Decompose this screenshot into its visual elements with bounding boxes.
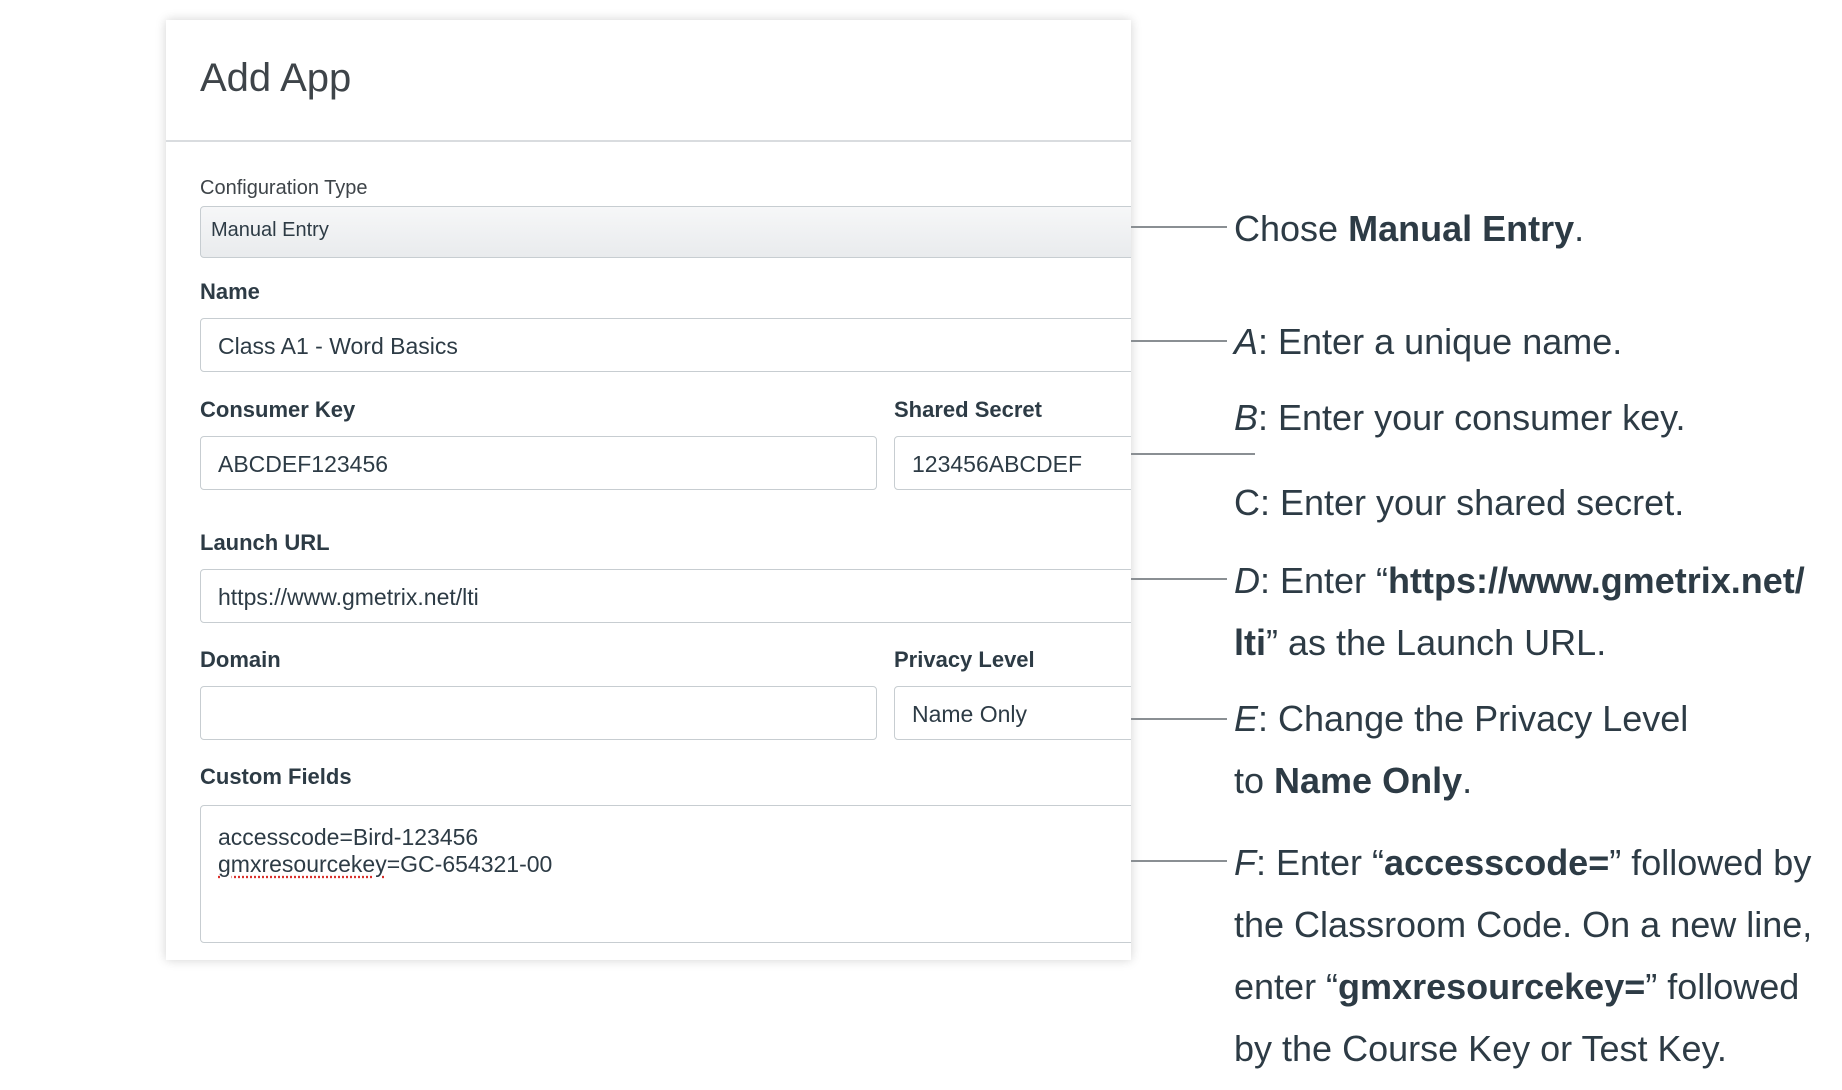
connector-line — [1131, 340, 1227, 342]
connector-line — [1131, 860, 1227, 862]
dialog-title: Add App — [200, 56, 352, 100]
connector-line — [1131, 226, 1227, 228]
custom-field-line: accesscode=Bird-123456 — [218, 824, 479, 850]
launch-url-label: Launch URL — [200, 530, 330, 555]
consumer-key-input[interactable]: ABCDEF123456 — [200, 436, 877, 490]
shared-secret-input[interactable]: 123456ABCDEF — [894, 436, 1131, 490]
annotation-e: E: Change the Privacy Level to Name Only… — [1234, 698, 1689, 801]
connector-line — [1131, 718, 1227, 720]
name-input[interactable]: Class A1 - Word Basics — [200, 318, 1131, 372]
annotation-a: A: Enter a unique name. — [1234, 321, 1623, 362]
domain-label: Domain — [200, 647, 281, 672]
connector-line — [1131, 453, 1255, 455]
domain-input[interactable] — [200, 686, 877, 740]
custom-fields-textarea[interactable]: accesscode=Bird-123456 gmxresourcekey=GC… — [200, 805, 1131, 943]
configuration-type-select[interactable]: Manual Entry — [200, 206, 1131, 258]
launch-url-input[interactable]: https://www.gmetrix.net/lti — [200, 569, 1131, 623]
dialog-header: Add App — [166, 20, 1131, 142]
custom-field-line: gmxresourcekey=GC-654321-00 — [218, 851, 1131, 878]
custom-field-value: =GC-654321-00 — [386, 851, 553, 877]
configuration-type-label: Configuration Type — [200, 177, 368, 199]
misspelled-word: gmxresourcekey — [218, 851, 387, 877]
privacy-level-label: Privacy Level — [894, 647, 1035, 672]
consumer-key-label: Consumer Key — [200, 397, 356, 422]
annotation-c: C: Enter your shared secret. — [1234, 482, 1685, 523]
shared-secret-label: Shared Secret — [894, 397, 1042, 422]
annotation-config: Chose Manual Entry. — [1234, 208, 1585, 249]
annotation-f: F: Enter “accesscode=” followed by the C… — [1234, 842, 1813, 1069]
connector-line — [1131, 578, 1227, 580]
annotation-b: B: Enter your consumer key. — [1234, 397, 1686, 438]
privacy-level-select[interactable]: Name Only — [894, 686, 1131, 740]
add-app-dialog: Add App Configuration Type Manual Entry … — [166, 20, 1131, 960]
annotation-d: D: Enter “https://www.gmetrix.net/ lti” … — [1234, 560, 1805, 663]
custom-fields-label: Custom Fields — [200, 764, 352, 789]
name-label: Name — [200, 279, 260, 304]
